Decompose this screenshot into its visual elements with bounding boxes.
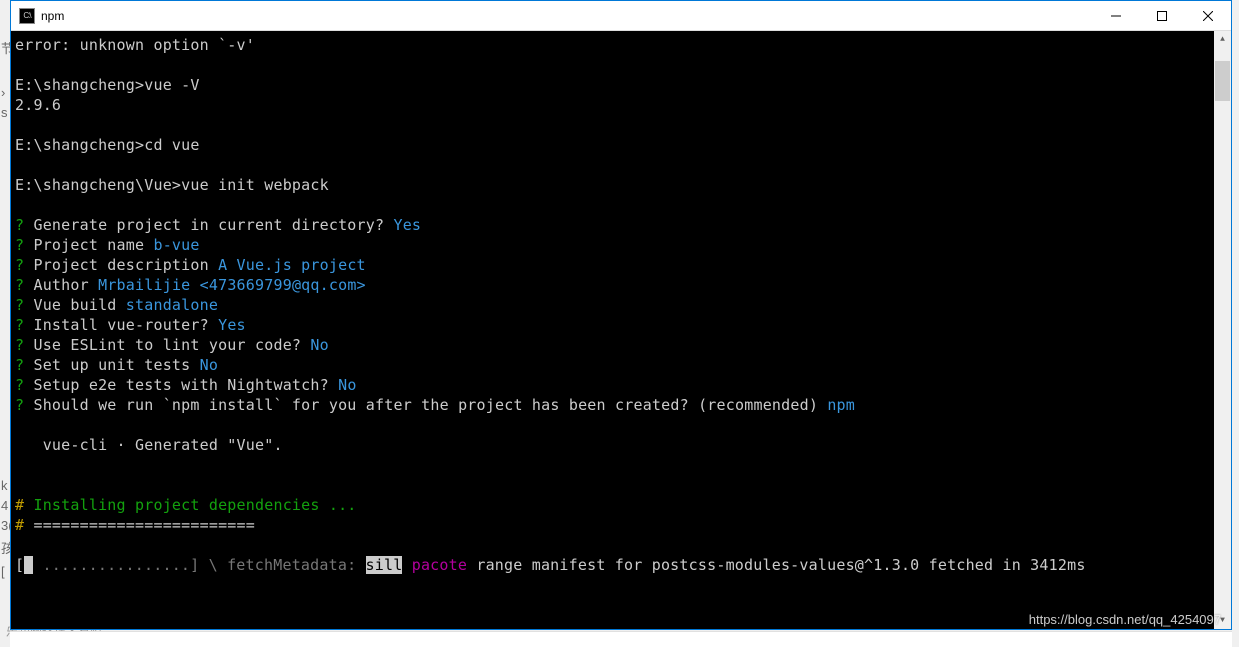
question-text: Project name xyxy=(24,236,153,254)
question-text: Setup e2e tests with Nightwatch? xyxy=(24,376,338,394)
manifest-text: range manifest for postcss-modules-value… xyxy=(467,556,1085,574)
question-mark-icon: ? xyxy=(15,356,24,374)
window-title: npm xyxy=(41,9,1093,23)
cursor-icon xyxy=(24,556,33,574)
terminal-window: C:\ npm error: unknown option `-v' E:\sh… xyxy=(10,0,1232,630)
prompt: E:\shangcheng> xyxy=(15,76,144,94)
question-mark-icon: ? xyxy=(15,316,24,334)
pacote-label: pacote xyxy=(412,556,467,574)
sill-label: sill xyxy=(366,556,403,574)
installing-text: Installing project dependencies ... xyxy=(24,496,356,514)
answer-text: npm xyxy=(827,396,855,414)
maximize-button[interactable] xyxy=(1139,1,1185,30)
question-mark-icon: ? xyxy=(15,236,24,254)
question-text: Generate project in current directory? xyxy=(24,216,393,234)
answer-text: No xyxy=(338,376,356,394)
terminal-area: error: unknown option `-v' E:\shangcheng… xyxy=(11,31,1231,629)
separator-line: ======================== xyxy=(24,516,255,534)
watermark-text: https://blog.csdn.net/qq_4254097 xyxy=(1029,612,1221,627)
answer-text: No xyxy=(310,336,328,354)
scrollbar-thumb[interactable] xyxy=(1215,61,1230,101)
prompt: E:\shangcheng> xyxy=(15,136,144,154)
question-text: Vue build xyxy=(24,296,126,314)
error-line: error: unknown option `-v' xyxy=(15,36,255,54)
question-mark-icon: ? xyxy=(15,396,24,414)
answer-text: A Vue.js project xyxy=(218,256,366,274)
titlebar[interactable]: C:\ npm xyxy=(11,1,1231,31)
question-text: Install vue-router? xyxy=(24,316,218,334)
question-mark-icon: ? xyxy=(15,216,24,234)
cmd-icon: C:\ xyxy=(19,8,35,24)
scrollbar[interactable]: ▲ ▼ xyxy=(1214,31,1231,629)
hash-icon: # xyxy=(15,516,24,534)
hash-icon: # xyxy=(15,496,24,514)
generated-line: vue-cli · Generated "Vue". xyxy=(15,436,283,454)
question-text: Author xyxy=(24,276,98,294)
question-text: Use ESLint to lint your code? xyxy=(24,336,310,354)
question-mark-icon: ? xyxy=(15,296,24,314)
window-controls xyxy=(1093,1,1231,30)
answer-text: Yes xyxy=(218,316,246,334)
question-text: Should we run `npm install` for you afte… xyxy=(24,396,827,414)
progress-bracket: [ xyxy=(15,556,24,574)
minimize-button[interactable] xyxy=(1093,1,1139,30)
command: vue -V xyxy=(144,76,199,94)
progress-dots: ................] \ fetchMetadata: xyxy=(33,556,365,574)
answer-text: No xyxy=(200,356,218,374)
question-mark-icon: ? xyxy=(15,276,24,294)
answer-text: standalone xyxy=(126,296,218,314)
question-mark-icon: ? xyxy=(15,336,24,354)
terminal-output[interactable]: error: unknown option `-v' E:\shangcheng… xyxy=(11,31,1214,629)
question-mark-icon: ? xyxy=(15,376,24,394)
prompt: E:\shangcheng\Vue> xyxy=(15,176,181,194)
answer-text: Yes xyxy=(393,216,421,234)
question-text: Set up unit tests xyxy=(24,356,199,374)
question-mark-icon: ? xyxy=(15,256,24,274)
command: cd vue xyxy=(144,136,199,154)
below-window-strip xyxy=(10,631,1232,647)
question-text: Project description xyxy=(24,256,218,274)
command: vue init webpack xyxy=(181,176,329,194)
background-fragments: 节 › s k 4 3( 孩 [ xyxy=(0,0,10,647)
answer-text: b-vue xyxy=(153,236,199,254)
close-button[interactable] xyxy=(1185,1,1231,30)
output-version: 2.9.6 xyxy=(15,96,61,114)
answer-text: Mrbailijie <473669799@qq.com> xyxy=(98,276,366,294)
scroll-up-icon[interactable]: ▲ xyxy=(1214,31,1231,48)
